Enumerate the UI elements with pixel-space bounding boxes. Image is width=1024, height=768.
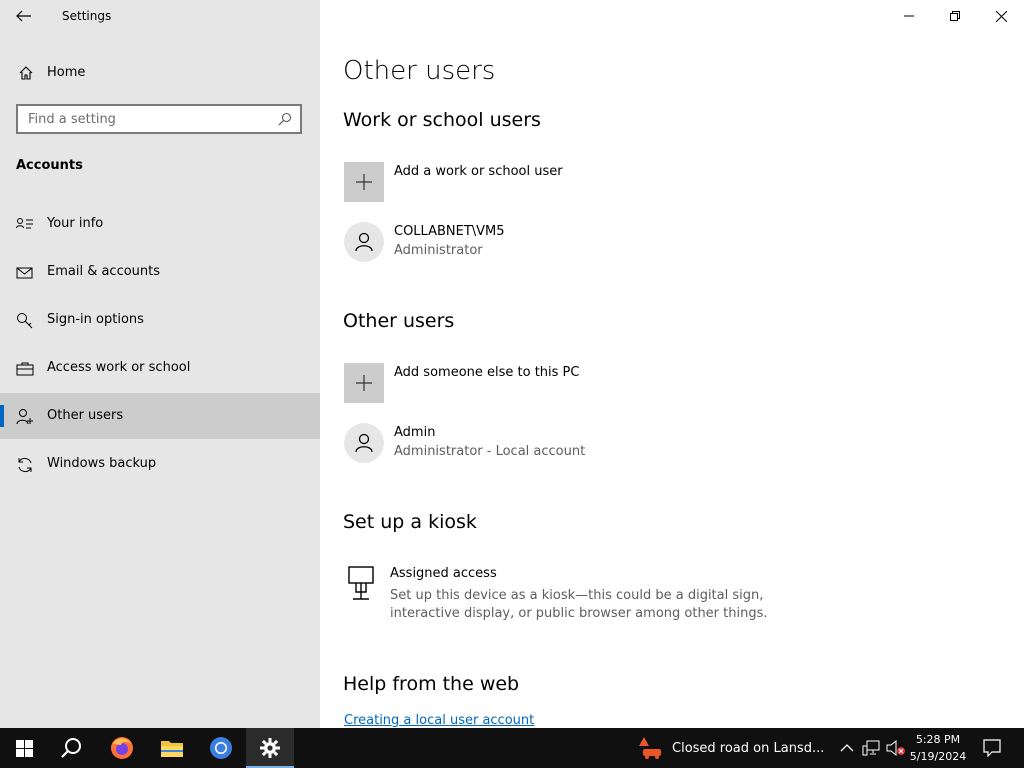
- local-user-role: Administrator - Local account: [394, 444, 586, 459]
- sidebar-item-label: Your info: [47, 216, 104, 231]
- taskbar-firefox[interactable]: [98, 728, 146, 768]
- main-content: Other users Work or school users Add a w…: [320, 0, 1024, 728]
- taskbar-file-explorer[interactable]: [148, 728, 196, 768]
- plus-icon: [356, 375, 372, 391]
- folder-icon: [161, 741, 183, 757]
- work-user-role: Administrator: [394, 243, 483, 258]
- work-user-name[interactable]: COLLABNET\VM5: [394, 224, 505, 239]
- sidebar-item-sign-in[interactable]: Sign-in options: [0, 297, 320, 343]
- sidebar-item-other-users[interactable]: Other users: [0, 393, 320, 439]
- search-box[interactable]: Find a setting: [16, 104, 302, 134]
- search-icon: [278, 112, 292, 126]
- sidebar-item-your-info[interactable]: Your info: [0, 201, 320, 247]
- taskbar-search-button[interactable]: [48, 728, 96, 768]
- volume-muted-icon[interactable]: [886, 739, 906, 757]
- sidebar-item-email[interactable]: Email & accounts: [0, 249, 320, 295]
- assigned-access-description: Set up this device as a kiosk—this could…: [390, 588, 768, 621]
- key-icon: [17, 313, 33, 329]
- home-icon: [19, 66, 33, 80]
- back-button[interactable]: [8, 4, 40, 28]
- user-icon: [355, 433, 373, 453]
- sidebar-item-work-school[interactable]: Access work or school: [0, 345, 320, 391]
- sidebar-item-label: Other users: [47, 408, 124, 423]
- assigned-access-title[interactable]: Assigned access: [390, 566, 497, 581]
- taskbar-chrome[interactable]: [197, 728, 245, 768]
- clock-time: 5:28 PM: [915, 733, 961, 746]
- sync-icon: [18, 457, 32, 473]
- nav-home[interactable]: Home: [0, 58, 320, 88]
- app-title: Settings: [62, 9, 112, 23]
- kiosk-heading: Set up a kiosk: [343, 511, 477, 533]
- add-work-school-user-label[interactable]: Add a work or school user: [394, 164, 563, 179]
- work-school-heading: Work or school users: [343, 109, 541, 131]
- traffic-icon: [639, 737, 661, 759]
- search-input[interactable]: Find a setting: [28, 112, 116, 127]
- selection-indicator: [0, 405, 4, 427]
- sidebar-item-label: Access work or school: [47, 360, 191, 375]
- start-button[interactable]: [0, 728, 48, 768]
- clock-date: 5/19/2024: [909, 750, 967, 763]
- sidebar-item-label: Email & accounts: [47, 264, 161, 279]
- avatar[interactable]: [344, 423, 384, 463]
- help-heading: Help from the web: [343, 673, 520, 695]
- network-icon[interactable]: [862, 739, 880, 757]
- firefox-icon: [111, 737, 133, 759]
- taskbar: Closed road on Lansd... 5:28 PM 5/19/202…: [0, 728, 1024, 768]
- kiosk-icon: [348, 566, 374, 600]
- sidebar-item-backup[interactable]: Windows backup: [0, 441, 320, 487]
- other-users-heading: Other users: [343, 310, 455, 332]
- add-someone-label[interactable]: Add someone else to this PC: [394, 365, 579, 380]
- clock[interactable]: 5:28 PM 5/19/2024: [906, 731, 970, 765]
- sidebar: Settings Home Find a setting Accounts Yo…: [0, 0, 320, 728]
- briefcase-icon: [16, 362, 34, 376]
- person-add-icon: [16, 409, 33, 425]
- person-card-icon: [16, 218, 33, 229]
- mail-icon: [16, 267, 33, 279]
- notification-icon[interactable]: [983, 739, 1001, 757]
- section-heading: Accounts: [16, 158, 83, 173]
- taskbar-settings[interactable]: [246, 728, 294, 768]
- gear-icon: [260, 738, 280, 758]
- sidebar-item-label: Sign-in options: [47, 312, 144, 327]
- back-arrow-icon: [16, 10, 31, 22]
- avatar[interactable]: [344, 222, 384, 262]
- page-title: Other users: [343, 56, 496, 86]
- news-widget[interactable]: Closed road on Lansd...: [638, 728, 824, 768]
- user-icon: [355, 232, 373, 252]
- add-work-school-user-button[interactable]: [344, 162, 384, 202]
- plus-icon: [356, 174, 372, 190]
- help-link[interactable]: Creating a local user account: [344, 713, 534, 728]
- local-user-name[interactable]: Admin: [394, 425, 435, 440]
- search-icon: [61, 738, 81, 758]
- news-text: Closed road on Lansd...: [672, 740, 825, 756]
- add-someone-button[interactable]: [344, 363, 384, 403]
- sidebar-item-label: Windows backup: [47, 456, 157, 471]
- chevron-up-icon[interactable]: [840, 739, 854, 757]
- nav-home-label: Home: [47, 65, 86, 80]
- windows-logo-icon: [15, 739, 33, 757]
- chrome-icon: [210, 737, 232, 759]
